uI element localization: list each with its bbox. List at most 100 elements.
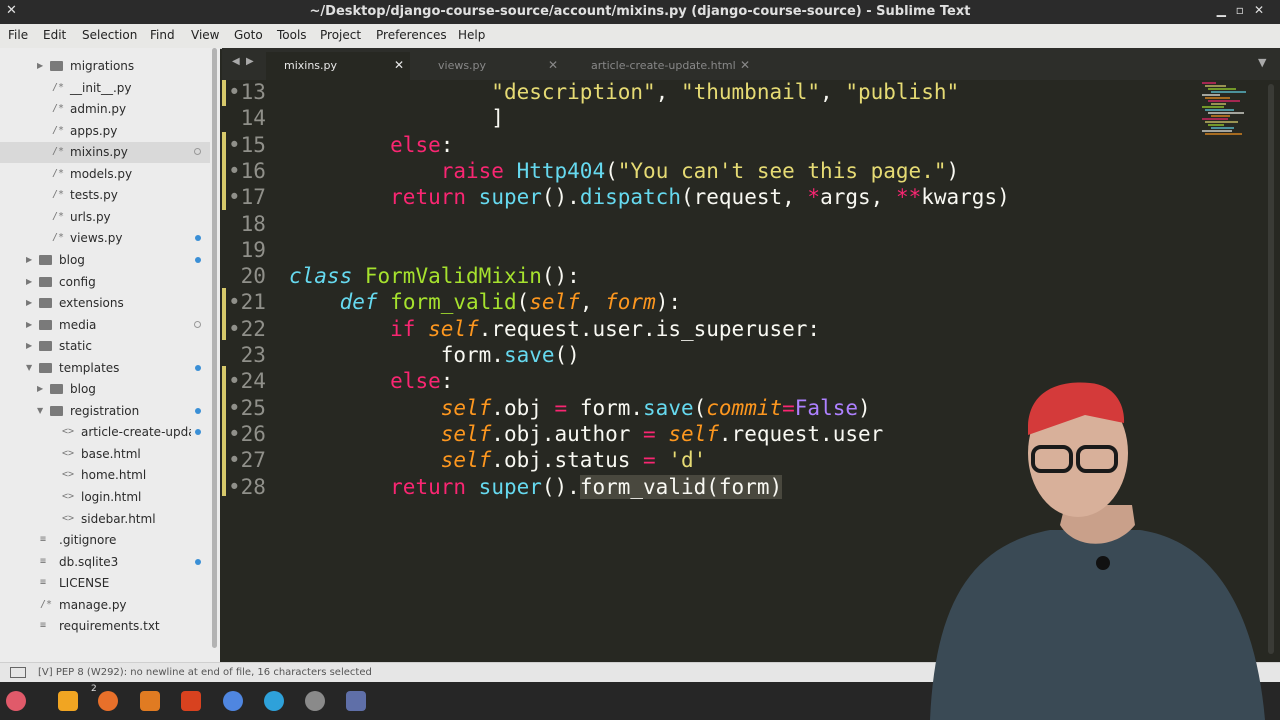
window-controls[interactable]: ▁▫✕: [1217, 3, 1274, 17]
sidebar-item-init[interactable]: /* __init__.py: [0, 78, 210, 99]
code-text: if self.request.user.is_superuser:: [289, 317, 820, 341]
menu-selection[interactable]: Selection: [82, 28, 137, 42]
sidebar-item-views[interactable]: /* views.py: [0, 228, 210, 249]
code-token: ():: [541, 264, 580, 289]
minimap[interactable]: [1202, 82, 1248, 137]
code-line[interactable]: •16 raise Http404("You can't see this pa…: [222, 159, 1280, 185]
code-line[interactable]: 14 ]: [222, 106, 1280, 132]
code-line[interactable]: 23 form.save(): [222, 343, 1280, 369]
code-line[interactable]: 20 class FormValidMixin():: [222, 264, 1280, 290]
sidebar-scrollbar[interactable]: [212, 48, 217, 648]
sidebar-item-templates[interactable]: ▼ templates: [0, 358, 210, 379]
minimap-stroke: [1208, 124, 1224, 126]
sidebar-item-urls[interactable]: /* urls.py: [0, 207, 210, 228]
sidebar-item-apps[interactable]: /* apps.py: [0, 121, 210, 142]
sidebar-item-media[interactable]: ▶ media: [0, 315, 210, 336]
chevron-right-icon[interactable]: ▶: [26, 320, 32, 329]
menu-file[interactable]: File: [8, 28, 28, 42]
code-token: "You can't see this page.": [617, 158, 947, 183]
close-icon[interactable]: ✕: [548, 58, 558, 72]
code-line[interactable]: •22 if self.request.user.is_superuser:: [222, 317, 1280, 343]
line-number: •17: [228, 185, 266, 210]
close-icon[interactable]: ✕: [394, 58, 404, 72]
code-line[interactable]: •13 "description", "thumbnail", "publish…: [222, 80, 1280, 106]
tab-article-create-update[interactable]: article-create-update.html ✕: [574, 52, 754, 80]
menu-project[interactable]: Project: [320, 28, 361, 42]
menu-goto[interactable]: Goto: [234, 28, 263, 42]
chevron-right-icon[interactable]: ▶: [26, 341, 32, 350]
sidebar-item-migrations[interactable]: ▶ migrations: [0, 56, 210, 77]
file-icon: /*: [52, 146, 65, 157]
code-line[interactable]: 19: [222, 238, 1280, 264]
menu-view[interactable]: View: [191, 28, 219, 42]
files-icon[interactable]: [58, 691, 78, 711]
sidebar-item-db-sqlite3[interactable]: ≡ db.sqlite3: [0, 552, 210, 573]
chevron-down-icon[interactable]: ▼: [26, 363, 32, 372]
chevron-right-icon[interactable]: ▶: [26, 277, 32, 286]
text-file-icon: ≡: [40, 620, 47, 631]
menu-edit[interactable]: Edit: [43, 28, 66, 42]
sidebar-item-mixins[interactable]: /* mixins.py: [0, 142, 210, 163]
code-token: form.: [567, 395, 644, 420]
chevron-right-icon[interactable]: ▶: [37, 384, 43, 393]
sidebar-item-manage[interactable]: /* manage.py: [0, 595, 210, 616]
sidebar-item-sidebar-html[interactable]: <> sidebar.html: [0, 509, 210, 530]
menu-tools[interactable]: Tools: [277, 28, 307, 42]
sidebar-item-login-html[interactable]: <> login.html: [0, 487, 210, 508]
sidebar-item-admin[interactable]: /* admin.py: [0, 99, 210, 120]
firefox-icon[interactable]: [98, 691, 118, 711]
code-token: **: [895, 185, 922, 210]
close-icon[interactable]: ✕: [740, 58, 750, 72]
sidebar-item-requirements[interactable]: ≡ requirements.txt: [0, 616, 210, 637]
menu-preferences[interactable]: Preferences: [376, 28, 447, 42]
sidebar-item-base-html[interactable]: <> base.html: [0, 444, 210, 465]
camera-icon[interactable]: [346, 691, 366, 711]
sublime-text-icon[interactable]: [140, 691, 160, 711]
chevron-right-icon[interactable]: ▶: [26, 255, 32, 264]
tab-mixins[interactable]: mixins.py ✕: [266, 52, 410, 80]
line-number: •16: [228, 158, 266, 183]
sidebar-item-static[interactable]: ▶ static: [0, 336, 210, 357]
menu-bar: File Edit Selection Find View Goto Tools…: [0, 24, 1280, 49]
sidebar-item-home-html[interactable]: <> home.html: [0, 465, 210, 486]
sidebar-item-registration[interactable]: ▼ registration: [0, 401, 210, 422]
settings-icon[interactable]: [305, 691, 325, 711]
app-menu-icon[interactable]: [6, 691, 26, 711]
modified-dot-icon: [195, 257, 201, 263]
sidebar-item-gitignore[interactable]: ≡ .gitignore: [0, 530, 210, 551]
tab-next-icon[interactable]: ▶: [246, 56, 254, 67]
sidebar-item-templates-blog[interactable]: ▶ blog: [0, 379, 210, 400]
presenter-shirt: [930, 530, 1265, 720]
sidebar-item-license[interactable]: ≡ LICENSE: [0, 573, 210, 594]
modified-dot-icon: [195, 365, 201, 371]
microphone-icon: [1096, 556, 1110, 570]
code-line[interactable]: •21 def form_valid(self, form):: [222, 290, 1280, 316]
tab-views[interactable]: views.py ✕: [422, 52, 562, 80]
sidebar-item-tests[interactable]: /* tests.py: [0, 185, 210, 206]
sidebar-item-article-create-update[interactable]: <> article-create-update.html: [0, 422, 210, 443]
chevron-down-icon[interactable]: ▼: [37, 406, 43, 415]
sidebar-item-blog[interactable]: ▶ blog: [0, 250, 210, 271]
menu-help[interactable]: Help: [458, 28, 485, 42]
tab-prev-icon[interactable]: ◀: [232, 56, 240, 67]
tab-dropdown-icon[interactable]: ▼: [1258, 56, 1266, 69]
sidebar-item-extensions[interactable]: ▶ extensions: [0, 293, 210, 314]
telegram-icon[interactable]: [264, 691, 284, 711]
code-token: super: [478, 185, 542, 210]
tab-bar: ◀ ▶ mixins.py ✕ views.py ✕ article-creat…: [222, 48, 1280, 80]
code-text: self.obj.status = 'd': [289, 448, 707, 472]
chevron-right-icon[interactable]: ▶: [26, 298, 32, 307]
code-line[interactable]: •15 else:: [222, 133, 1280, 159]
minimap-stroke: [1205, 121, 1238, 123]
code-line[interactable]: 18: [222, 212, 1280, 238]
code-line[interactable]: •17 return super().dispatch(request, *ar…: [222, 185, 1280, 211]
panel-toggle-icon[interactable]: [10, 667, 26, 678]
chrome-icon[interactable]: [223, 691, 243, 711]
sidebar-item-models[interactable]: /* models.py: [0, 164, 210, 185]
code-editor-app-icon[interactable]: [181, 691, 201, 711]
chevron-right-icon[interactable]: ▶: [37, 61, 43, 70]
menu-find[interactable]: Find: [150, 28, 175, 42]
code-token: form_valid(form): [579, 474, 783, 499]
sidebar-item-config[interactable]: ▶ config: [0, 272, 210, 293]
